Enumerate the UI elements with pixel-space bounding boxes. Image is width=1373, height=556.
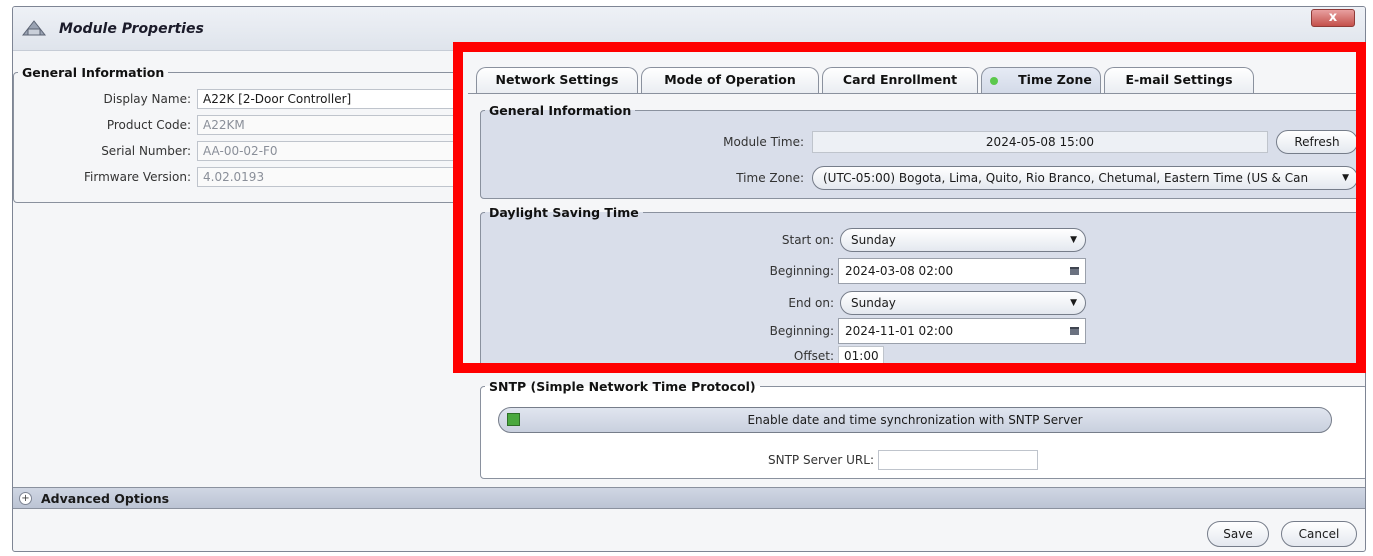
chevron-down-icon: ▼ bbox=[1070, 235, 1077, 245]
start-on-value: Sunday bbox=[851, 233, 896, 247]
advanced-options-bar[interactable]: + Advanced Options bbox=[13, 487, 1365, 509]
product-code-label: Product Code: bbox=[106, 118, 191, 132]
time-zone-value: (UTC-05:00) Bogota, Lima, Quito, Rio Bra… bbox=[823, 171, 1309, 185]
chevron-down-icon: ▼ bbox=[1070, 298, 1077, 308]
chevron-down-icon: ▼ bbox=[1342, 173, 1349, 183]
tab-card-enrollment[interactable]: Card Enrollment bbox=[822, 67, 978, 93]
group-legend: SNTP (Simple Network Time Protocol) bbox=[489, 379, 756, 394]
firmware-version-label: Firmware Version: bbox=[84, 170, 191, 184]
refresh-button[interactable]: Refresh bbox=[1276, 130, 1358, 154]
tab-network-settings[interactable]: Network Settings bbox=[476, 67, 638, 93]
tab-strip-baseline bbox=[468, 93, 1361, 94]
end-on-value: Sunday bbox=[851, 296, 896, 310]
close-button[interactable]: x bbox=[1311, 9, 1355, 27]
serial-number-label: Serial Number: bbox=[101, 144, 191, 158]
tab-time-zone-label: Time Zone bbox=[1018, 72, 1092, 87]
sntp-sync-toggle[interactable]: Enable date and time synchronization wit… bbox=[498, 407, 1332, 433]
offset-field[interactable]: 01:00 bbox=[838, 346, 884, 366]
time-zone-label: Time Zone: bbox=[736, 171, 804, 185]
offset-label: Offset: bbox=[793, 349, 834, 363]
calendar-icon[interactable] bbox=[1070, 327, 1079, 335]
module-time-label: Module Time: bbox=[723, 135, 804, 149]
end-on-select[interactable]: Sunday ▼ bbox=[840, 291, 1086, 315]
beginning-start-date-field[interactable]: 2024-03-08 02:00 bbox=[838, 258, 1086, 284]
expand-plus-icon[interactable]: + bbox=[19, 492, 32, 505]
sntp-server-url-input[interactable] bbox=[878, 450, 1038, 470]
sntp-server-url-label: SNTP Server URL: bbox=[768, 453, 874, 467]
save-button[interactable]: Save bbox=[1207, 521, 1269, 547]
sntp-sync-label: Enable date and time synchronization wit… bbox=[747, 413, 1083, 427]
beginning-start-label: Beginning: bbox=[769, 264, 834, 278]
advanced-options-label: Advanced Options bbox=[41, 491, 170, 506]
beginning-end-date-field[interactable]: 2024-11-01 02:00 bbox=[838, 318, 1086, 344]
tab-email-settings[interactable]: E-mail Settings bbox=[1104, 67, 1254, 93]
title-bar: Module Properties x bbox=[13, 7, 1365, 51]
start-on-select[interactable]: Sunday ▼ bbox=[840, 228, 1086, 252]
group-legend: Daylight Saving Time bbox=[489, 205, 639, 220]
firmware-version-field: 4.02.0193 bbox=[197, 167, 459, 187]
group-legend: General Information bbox=[489, 103, 632, 118]
group-legend: General Information bbox=[22, 65, 165, 80]
beginning-end-date-value: 2024-11-01 02:00 bbox=[845, 324, 954, 338]
module-time-field: 2024-05-08 15:00 bbox=[812, 131, 1268, 153]
beginning-start-date-value: 2024-03-08 02:00 bbox=[845, 264, 954, 278]
calendar-icon[interactable] bbox=[1070, 267, 1079, 275]
checkbox-checked-icon[interactable] bbox=[507, 413, 520, 426]
module-properties-window: Module Properties x General Information … bbox=[12, 6, 1366, 552]
beginning-end-label: Beginning: bbox=[769, 324, 834, 338]
display-name-label: Display Name: bbox=[103, 92, 192, 106]
module-icon bbox=[21, 20, 47, 36]
status-dot-icon bbox=[990, 76, 999, 85]
display-name-field[interactable]: A22K [2-Door Controller] bbox=[197, 89, 459, 109]
start-on-label: Start on: bbox=[781, 233, 834, 247]
window-title: Module Properties bbox=[59, 21, 204, 37]
tab-mode-of-operation[interactable]: Mode of Operation bbox=[641, 67, 819, 93]
time-zone-select[interactable]: (UTC-05:00) Bogota, Lima, Quito, Rio Bra… bbox=[812, 166, 1358, 190]
end-on-label: End on: bbox=[788, 296, 834, 310]
tab-time-zone[interactable]: Time Zone bbox=[981, 67, 1101, 93]
product-code-field: A22KM bbox=[197, 115, 459, 135]
serial-number-field: AA-00-02-F0 bbox=[197, 141, 459, 161]
tab-panel: Network Settings Mode of Operation Card … bbox=[468, 65, 1365, 495]
cancel-button[interactable]: Cancel bbox=[1281, 521, 1357, 547]
tab-strip: Network Settings Mode of Operation Card … bbox=[468, 65, 1361, 95]
